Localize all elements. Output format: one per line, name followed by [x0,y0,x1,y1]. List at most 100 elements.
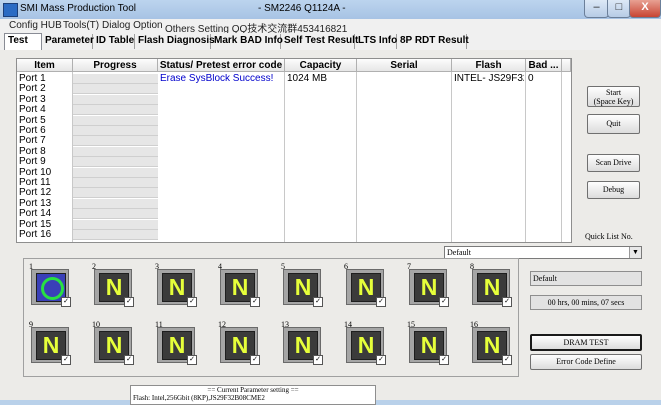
table-row[interactable]: Port 15 [17,219,571,230]
maximize-button[interactable]: □ [607,0,631,18]
port-indicator[interactable]: 3 N ✓ [155,262,198,307]
parameter-setting-box: == Current Parameter setting == Flash: I… [130,385,376,405]
port-frame: ✓ [31,269,71,307]
port-checkbox[interactable]: ✓ [502,297,512,307]
progress-bar [73,115,158,126]
start-button-label: Start [605,88,622,97]
close-button[interactable]: X [629,0,661,18]
port-indicator[interactable]: 5 N ✓ [281,262,324,307]
port-indicator[interactable]: 15 N ✓ [407,320,450,365]
mode-status-box: Default [530,271,642,286]
port-frame: N ✓ [409,269,449,307]
port-checkbox[interactable]: ✓ [124,297,134,307]
port-checkbox[interactable]: ✓ [376,355,386,365]
port-checkbox[interactable]: ✓ [61,355,71,365]
progress-bar [73,105,158,116]
port-item-label: Port 14 [19,208,52,220]
port-checkbox[interactable]: ✓ [61,297,71,307]
table-row[interactable]: Port 9 [17,156,571,168]
port-checkbox[interactable]: ✓ [313,355,323,365]
menu-tools[interactable]: Tools(T) [63,20,99,31]
port-indicator[interactable]: 1 ✓ [29,262,72,307]
port-item-label: Port 4 [19,104,46,116]
port-checkbox[interactable]: ✓ [250,297,260,307]
header-capacity: Capacity [285,59,357,72]
port-item-label: Port 7 [19,135,46,147]
port-indicator[interactable]: 8 N ✓ [470,262,513,307]
port-indicator[interactable]: 6 N ✓ [344,262,387,307]
header-status: Status/ Pretest error code [158,59,285,72]
port-frame: N ✓ [283,327,323,365]
port-checkbox[interactable]: ✓ [313,297,323,307]
tab-id-table[interactable]: ID Table [93,34,135,49]
port-indicator[interactable]: 12 N ✓ [218,320,261,365]
port-indicator[interactable]: 13 N ✓ [281,320,324,365]
port-checkbox[interactable]: ✓ [187,355,197,365]
table-row[interactable]: Port 8 [17,146,571,157]
tab-test[interactable]: Test [4,33,42,51]
table-row[interactable]: Port 13 [17,198,571,209]
menu-bar: Config HUB Tools(T) Dialog Option Others… [0,19,661,35]
table-row[interactable]: Port 2 [17,84,571,95]
port-checkbox[interactable]: ✓ [439,297,449,307]
table-row[interactable]: Port 7 [17,135,571,147]
port-frame: N ✓ [472,327,512,365]
tab-parameter[interactable]: Parameter [42,34,94,49]
table-row[interactable]: Port 1 Erase SysBlock Success! 1024 MB INTE… [17,74,571,84]
port-indicator[interactable]: 2 N ✓ [92,262,135,307]
port-item-label: Port 9 [19,156,46,168]
chevron-down-icon[interactable]: ▼ [629,247,641,258]
table-row[interactable]: Port 14 [17,208,571,220]
start-button-hint: (Space Key) [593,97,634,106]
table-row[interactable]: Port 4 [17,104,571,116]
header-filler [562,59,571,72]
table-row[interactable]: Port 16 [17,230,571,240]
table-row[interactable]: Port 5 [17,115,571,126]
port-checkbox[interactable]: ✓ [439,355,449,365]
table-row[interactable]: Port 6 [17,126,571,136]
tab-lts-info[interactable]: LTS Info [355,34,397,49]
port-checkbox[interactable]: ✓ [124,355,134,365]
start-button[interactable]: Start (Space Key) [587,86,640,107]
port-indicator[interactable]: 9 N ✓ [29,320,72,365]
port-indicator[interactable]: 14 N ✓ [344,320,387,365]
port-checkbox[interactable]: ✓ [187,297,197,307]
table-row[interactable]: Port 11 [17,178,571,188]
port-frame: N ✓ [346,269,386,307]
menu-dialog-option[interactable]: Dialog Option [102,20,163,31]
table-row[interactable]: Port 12 [17,187,571,199]
progress-bar [73,94,158,105]
menu-config-hub[interactable]: Config HUB [9,20,62,31]
debug-button[interactable]: Debug [587,181,640,199]
error-code-define-button[interactable]: Error Code Define [530,354,642,370]
dram-test-button[interactable]: DRAM TEST [530,334,642,351]
port-frame: N ✓ [157,327,197,365]
tab-8p-rdt-result[interactable]: 8P RDT Result [397,34,469,49]
tab-flash-diagnosis[interactable]: Flash Diagnosis [135,34,215,49]
port-checkbox[interactable]: ✓ [376,297,386,307]
table-row[interactable]: Port 3 [17,94,571,105]
port-checkbox[interactable]: ✓ [502,355,512,365]
progress-bar [73,198,158,209]
minimize-button[interactable]: – [584,0,609,18]
table-row[interactable]: Port 10 [17,167,571,178]
port-frame: N ✓ [94,327,134,365]
parameter-flash-line: Flash: Intel,256Gbit (8KP),JS29F32B08CME… [133,394,265,402]
port-indicator[interactable]: 11 N ✓ [155,320,198,365]
port-indicator[interactable]: 4 N ✓ [218,262,261,307]
tab-mark-bad-info[interactable]: Mark BAD Info [211,34,283,49]
port-indicator[interactable]: 7 N ✓ [407,262,450,307]
tab-self-test-result[interactable]: Self Test Result [281,34,358,49]
port-status-grid[interactable]: Item Progress Status/ Pretest error code… [16,58,572,243]
quit-button[interactable]: Quit [587,114,640,134]
port-checkbox[interactable]: ✓ [250,355,260,365]
progress-bar [73,230,158,240]
scan-drive-button[interactable]: Scan Drive [587,154,640,172]
header-serial: Serial [357,59,452,72]
port-item-label: Port 12 [19,187,52,199]
header-flash: Flash [452,59,526,72]
port-indicator[interactable]: 16 N ✓ [470,320,513,365]
elapsed-time-box: 00 hrs, 00 mins, 07 secs [530,295,642,310]
port-indicator[interactable]: 10 N ✓ [92,320,135,365]
progress-bar [73,84,158,95]
